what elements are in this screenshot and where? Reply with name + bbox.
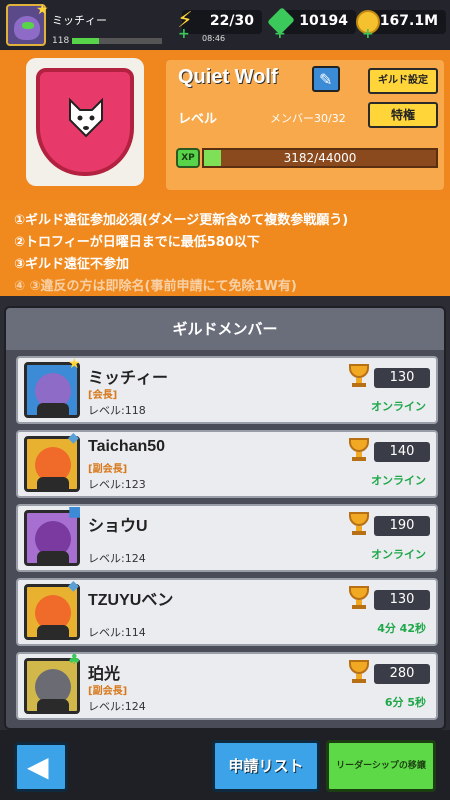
trophy-icon xyxy=(346,586,372,610)
gems-counter[interactable]: + 10194 xyxy=(267,7,356,42)
player-name: ミッチィー xyxy=(52,14,107,27)
member-level: レベル:124 xyxy=(88,552,146,565)
badge-icon: ■ xyxy=(68,504,82,520)
member-level: レベル:118 xyxy=(88,404,146,417)
xp-icon: XP xyxy=(176,148,200,168)
trophy-icon xyxy=(346,512,372,536)
apply-list-button[interactable]: 申請リスト xyxy=(212,740,320,792)
plus-icon[interactable]: + xyxy=(178,26,190,42)
transfer-leadership-button[interactable]: リーダーシップの移譲 xyxy=(326,740,436,792)
bottom-action-bar: ◀ 申請リスト リーダーシップの移譲 xyxy=(0,730,450,800)
member-status: オンライン xyxy=(371,548,426,561)
member-count: メンバー30/32 xyxy=(270,112,346,125)
avatar-body xyxy=(37,699,69,711)
coins-counter[interactable]: + 167.1M xyxy=(356,10,446,42)
avatar-body xyxy=(37,625,69,637)
member-row[interactable]: ◆ TZUYUベン レベル:114 130 4分 42秒 xyxy=(16,578,438,646)
perks-button[interactable]: 特権 xyxy=(368,102,438,128)
whale-icon: ◆ xyxy=(68,578,79,594)
member-status: 6分 5秒 xyxy=(384,696,426,709)
clover-icon: ♣ xyxy=(68,652,81,668)
member-name: TZUYUベン xyxy=(88,592,174,609)
notice-line: ①ギルド遠征参加必須(ダメージ更新含めて複数参戦願う) xyxy=(14,213,349,228)
guild-xp-bar: 3182/44000 xyxy=(202,148,438,168)
guild-info: Quiet Wolf ✎ ギルド設定 レベル メンバー30/32 特権 XP 3… xyxy=(166,60,444,190)
member-row[interactable]: ■ ショウU レベル:124 190 オンライン xyxy=(16,504,438,572)
guild-xp-text: 3182/44000 xyxy=(283,151,357,165)
arrow-left-icon: ◀ xyxy=(27,750,49,783)
avatar-body xyxy=(37,551,69,563)
member-row[interactable]: ♣ 珀光 [副会長] レベル:124 280 6分 5秒 xyxy=(16,652,438,720)
trophy-count: 130 xyxy=(374,368,430,388)
notice-line: ④ ③違反の方は即除名(事前申請にて免除1W有) xyxy=(14,279,297,294)
trophy-count: 280 xyxy=(374,664,430,684)
back-button[interactable]: ◀ xyxy=(14,742,68,792)
plus-icon[interactable]: + xyxy=(362,26,374,42)
trophy-icon xyxy=(346,438,372,462)
notice-line: ②トロフィーが日曜日までに最低580以下 xyxy=(14,235,260,250)
coins-value: 167.1M xyxy=(379,13,438,29)
member-role: [会長] xyxy=(88,390,118,401)
trophy-icon xyxy=(346,364,372,388)
member-name: ショウU xyxy=(88,518,148,535)
guild-header: Quiet Wolf ✎ ギルド設定 レベル メンバー30/32 特権 XP 3… xyxy=(0,50,450,200)
trophy-count: 130 xyxy=(374,590,430,610)
member-level: レベル:123 xyxy=(88,478,146,491)
trophy-icon xyxy=(346,660,372,684)
player-profile[interactable]: ★ ミッチィー 118 xyxy=(6,2,166,46)
members-title: ギルドメンバー xyxy=(6,308,444,350)
shield-icon xyxy=(36,68,134,176)
energy-counter[interactable]: ⚡ + 22/30 xyxy=(177,8,262,42)
top-status-bar: ★ ミッチィー 118 ⚡ + 22/30 08:46 + 10194 + 16… xyxy=(0,0,450,50)
member-level: レベル:114 xyxy=(88,626,146,639)
player-xp-fill xyxy=(72,38,99,44)
member-row[interactable]: ◆ Taichan50 [副会長] レベル:123 140 オンライン xyxy=(16,430,438,498)
notice-line: ③ギルド遠征不参加 xyxy=(14,257,130,272)
energy-value: 22/30 xyxy=(209,13,254,29)
member-status: オンライン xyxy=(371,474,426,487)
member-status: 4分 42秒 xyxy=(377,622,426,635)
avatar-body xyxy=(37,403,69,415)
trophy-count: 140 xyxy=(374,442,430,462)
member-role: [副会長] xyxy=(88,464,128,475)
member-status: オンライン xyxy=(371,400,426,413)
player-xp-bar xyxy=(72,38,162,44)
member-role: [副会長] xyxy=(88,686,128,697)
member-name: ミッチィー xyxy=(88,370,169,387)
wolf-icon xyxy=(69,97,103,138)
star-icon: ★ xyxy=(68,356,81,372)
member-name: 珀光 xyxy=(88,666,121,683)
avatar-body xyxy=(37,477,69,489)
star-icon: ★ xyxy=(36,2,49,18)
gems-value: 10194 xyxy=(299,13,348,29)
guild-name: Quiet Wolf xyxy=(178,66,278,88)
guild-notice[interactable]: ①ギルド遠征参加必須(ダメージ更新含めて複数参戦願う) ②トロフィーが日曜日まで… xyxy=(0,200,450,296)
plus-icon[interactable]: + xyxy=(274,26,286,42)
guild-level-label: レベル xyxy=(178,112,218,127)
member-row[interactable]: ★ ミッチィー [会長] レベル:118 130 オンライン xyxy=(16,356,438,424)
avatar-goggle xyxy=(22,22,34,29)
edit-name-button[interactable]: ✎ xyxy=(312,66,340,92)
guild-emblem[interactable] xyxy=(26,58,144,186)
player-level: 118 xyxy=(52,36,70,46)
whale-icon: ◆ xyxy=(68,430,79,446)
member-level: レベル:124 xyxy=(88,700,146,713)
energy-timer: 08:46 xyxy=(202,34,226,43)
pencil-icon: ✎ xyxy=(319,70,333,89)
members-panel[interactable]: ギルドメンバー ★ ミッチィー [会長] レベル:118 130 オンライン ◆… xyxy=(4,306,446,730)
guild-settings-button[interactable]: ギルド設定 xyxy=(368,68,438,94)
member-name: Taichan50 xyxy=(88,438,166,455)
trophy-count: 190 xyxy=(374,516,430,536)
